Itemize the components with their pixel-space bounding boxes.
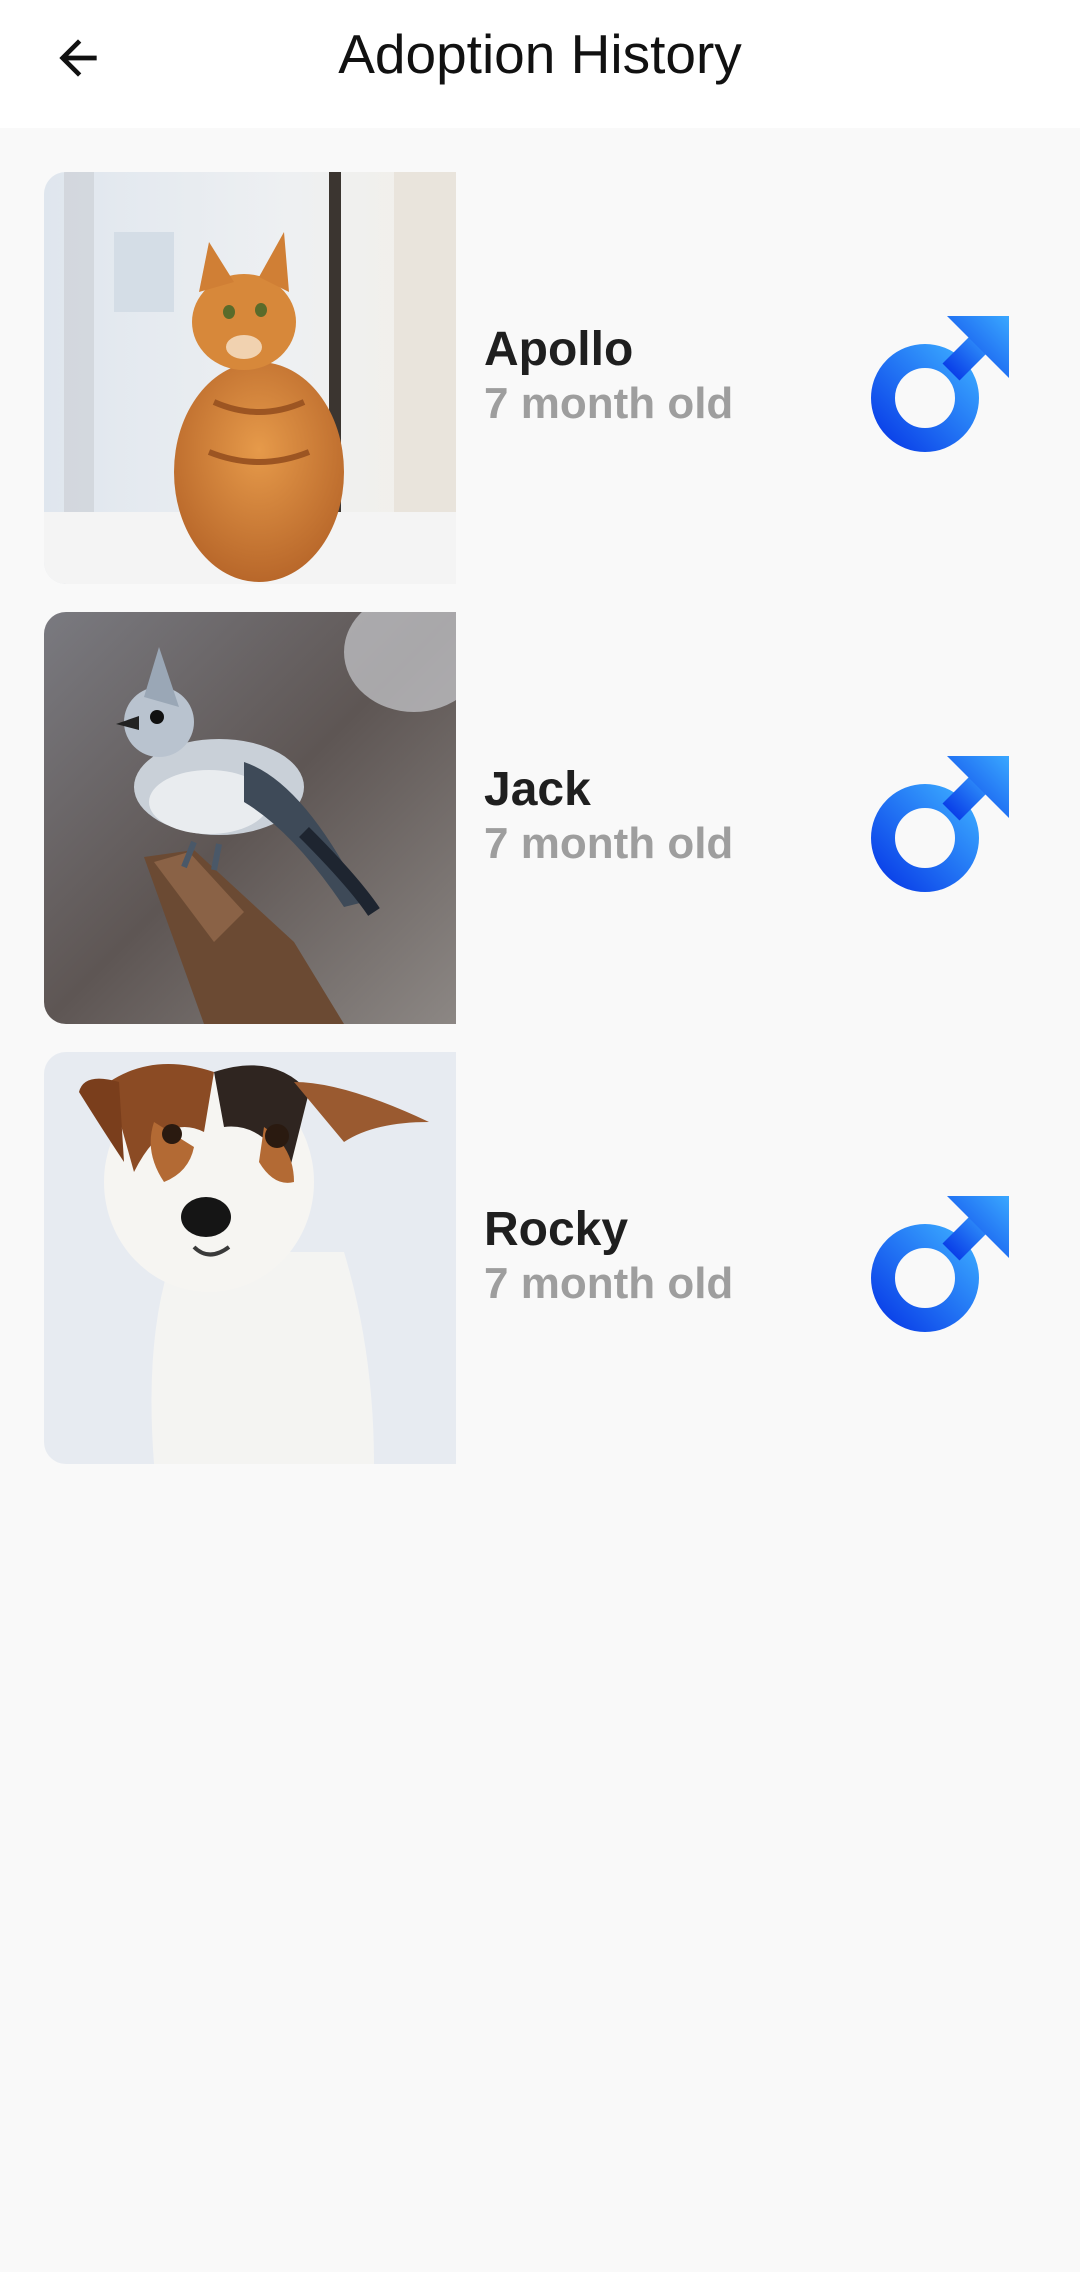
pet-age: 7 month old xyxy=(484,379,734,428)
pet-card-jack[interactable]: Jack 7 month old xyxy=(44,612,1044,1024)
pet-name: Jack xyxy=(484,763,591,816)
pet-age: 7 month old xyxy=(484,1259,734,1308)
pet-photo-dog xyxy=(44,1052,456,1464)
pet-name: Rocky xyxy=(484,1203,629,1256)
pet-card-rocky[interactable]: Rocky 7 month old xyxy=(44,1052,1044,1464)
male-icon xyxy=(871,316,1009,452)
male-icon xyxy=(871,1196,1009,1332)
pet-info: Jack 7 month old xyxy=(484,762,733,870)
pet-info: Rocky 7 month old xyxy=(484,1202,733,1310)
pet-photo-cat xyxy=(44,172,456,584)
pet-card-apollo[interactable]: Apollo 7 month old xyxy=(44,172,1044,584)
pet-name: Apollo xyxy=(484,323,634,376)
pet-age: 7 month old xyxy=(484,819,734,868)
app-bar: Adoption History xyxy=(0,0,1080,128)
male-icon xyxy=(871,756,1009,892)
page-title: Adoption History xyxy=(338,23,742,85)
pet-info: Apollo 7 month old xyxy=(484,322,733,430)
pet-photo-bird xyxy=(44,612,456,1024)
